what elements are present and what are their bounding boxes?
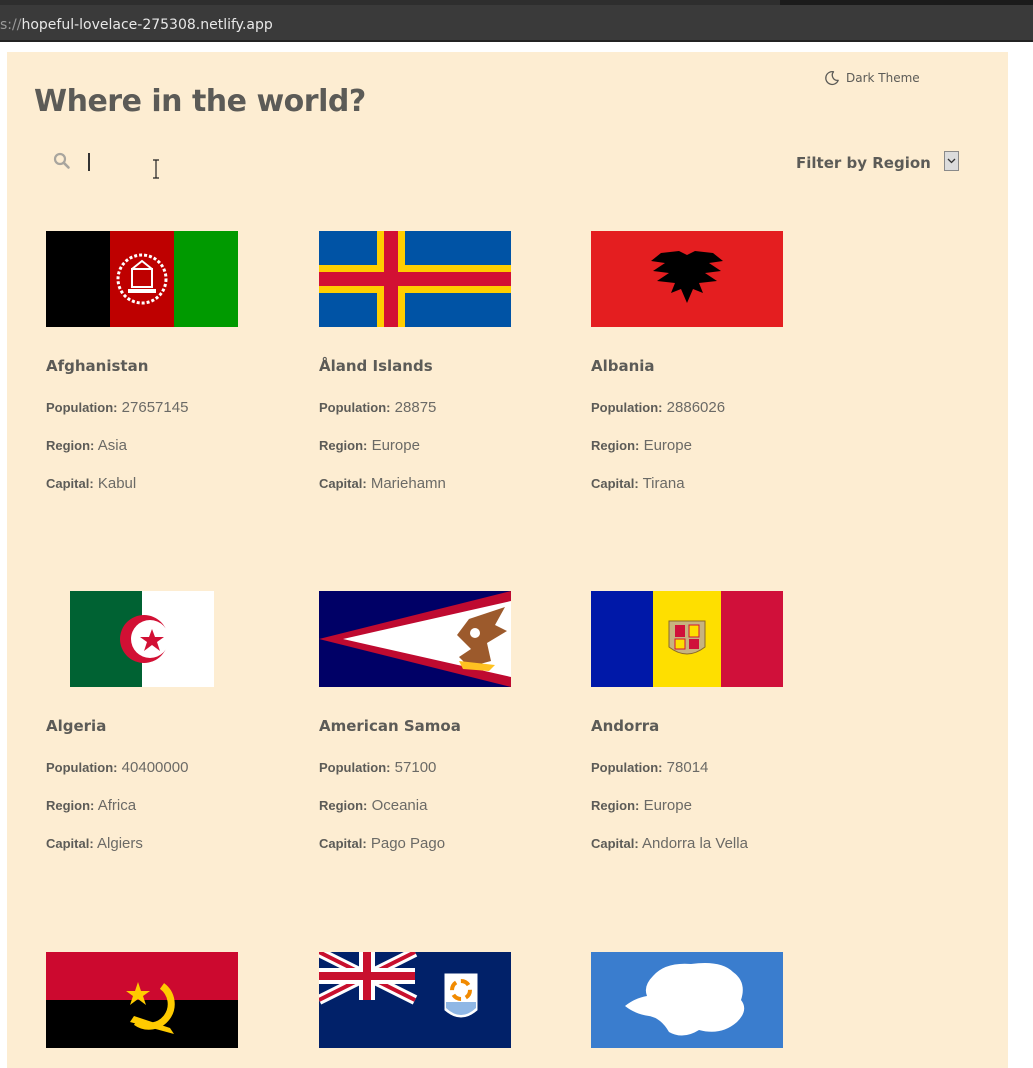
population-label: Population: xyxy=(46,760,118,775)
country-region: Region: Europe xyxy=(319,437,420,454)
region-value: Europe xyxy=(643,437,692,454)
capital-label: Capital: xyxy=(46,476,94,491)
population-label: Population: xyxy=(591,400,663,415)
region-label: Region: xyxy=(46,798,95,813)
country-region: Region: Europe xyxy=(591,797,692,814)
country-capital: Capital: Tirana xyxy=(591,475,685,492)
country-capital: Capital: Pago Pago xyxy=(319,835,445,852)
country-name: Åland Islands xyxy=(319,357,433,375)
url-host: hopeful-lovelace-275308.netlify.app xyxy=(21,17,273,33)
flag-anguilla xyxy=(319,952,511,1048)
population-value: 78014 xyxy=(666,759,709,776)
chevron-down-icon xyxy=(947,158,956,164)
population-label: Population: xyxy=(319,760,391,775)
moon-icon xyxy=(825,71,839,86)
search-icon xyxy=(53,152,70,169)
capital-value: Kabul xyxy=(97,475,137,492)
country-capital: Capital: Kabul xyxy=(46,475,136,492)
capital-value: Pago Pago xyxy=(370,835,446,852)
population-value: 2886026 xyxy=(666,399,726,416)
capital-label: Capital: xyxy=(591,476,639,491)
capital-label: Capital: xyxy=(591,836,639,851)
ibeam-cursor-icon xyxy=(153,159,159,179)
region-label: Region: xyxy=(319,798,368,813)
dark-theme-toggle[interactable]: Dark Theme xyxy=(824,68,920,88)
country-region: Region: Europe xyxy=(591,437,692,454)
country-capital: Capital: Andorra la Vella xyxy=(591,835,748,852)
search-box[interactable] xyxy=(53,149,283,175)
browser-address-bar[interactable]: s://hopeful-lovelace-275308.netlify.app xyxy=(0,5,1033,42)
flag-angola xyxy=(46,952,238,1048)
region-value: Europe xyxy=(371,437,420,454)
population-label: Population: xyxy=(591,760,663,775)
flag-afghanistan xyxy=(46,231,238,327)
region-filter-label: Filter by Region xyxy=(796,154,931,172)
region-value: Oceania xyxy=(371,797,428,814)
country-capital: Capital: Algiers xyxy=(46,835,143,852)
capital-label: Capital: xyxy=(319,836,367,851)
capital-label: Capital: xyxy=(46,836,94,851)
url-text[interactable]: s://hopeful-lovelace-275308.netlify.app xyxy=(0,17,273,33)
region-value: Africa xyxy=(97,797,137,814)
country-population: Population: 28875 xyxy=(319,399,436,416)
population-label: Population: xyxy=(319,400,391,415)
country-population: Population: 78014 xyxy=(591,759,708,776)
population-value: 57100 xyxy=(394,759,437,776)
country-name: American Samoa xyxy=(319,717,461,735)
region-label: Region: xyxy=(46,438,95,453)
country-region: Region: Oceania xyxy=(319,797,427,814)
flag-algeria xyxy=(70,591,214,687)
capital-value: Andorra la Vella xyxy=(642,835,748,852)
page-title: Where in the world? xyxy=(34,84,366,119)
country-population: Population: 2886026 xyxy=(591,399,725,416)
region-label: Region: xyxy=(591,798,640,813)
population-value: 27657145 xyxy=(121,399,189,416)
country-name: Albania xyxy=(591,357,655,375)
country-population: Population: 40400000 xyxy=(46,759,188,776)
capital-value: Tirana xyxy=(642,475,685,492)
text-caret xyxy=(88,153,90,171)
dark-theme-label: Dark Theme xyxy=(846,71,920,85)
country-population: Population: 57100 xyxy=(319,759,436,776)
flag-albania xyxy=(591,231,783,327)
capital-value: Mariehamn xyxy=(370,475,446,492)
country-capital: Capital: Mariehamn xyxy=(319,475,446,492)
region-value: Europe xyxy=(643,797,692,814)
country-region: Region: Asia xyxy=(46,437,127,454)
app-page: Where in the world? Dark Theme Filter by… xyxy=(7,52,1008,1068)
region-label: Region: xyxy=(319,438,368,453)
search-input[interactable] xyxy=(87,149,267,173)
country-population: Population: 27657145 xyxy=(46,399,188,416)
url-protocol: s:// xyxy=(0,17,22,33)
country-name: Algeria xyxy=(46,717,107,735)
region-filter[interactable]: Filter by Region xyxy=(796,150,959,176)
flag-aland-islands xyxy=(319,231,511,327)
country-name: Andorra xyxy=(591,717,660,735)
region-filter-dropdown[interactable] xyxy=(944,151,959,171)
country-name: Afghanistan xyxy=(46,357,149,375)
population-value: 40400000 xyxy=(121,759,189,776)
country-region: Region: Africa xyxy=(46,797,136,814)
region-label: Region: xyxy=(591,438,640,453)
population-label: Population: xyxy=(46,400,118,415)
capital-label: Capital: xyxy=(319,476,367,491)
flag-andorra xyxy=(591,591,783,687)
capital-value: Algiers xyxy=(97,835,143,852)
flag-american-samoa xyxy=(319,591,511,687)
population-value: 28875 xyxy=(394,399,437,416)
flag-antarctica xyxy=(591,952,783,1048)
region-value: Asia xyxy=(97,437,127,454)
